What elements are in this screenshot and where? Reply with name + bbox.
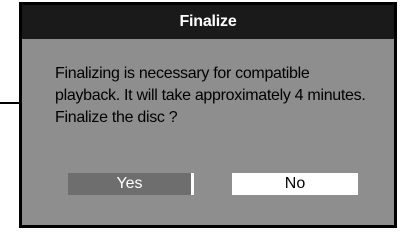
message-line: Finalize the disc ?: [55, 109, 178, 126]
no-button[interactable]: No: [232, 173, 358, 195]
yes-button[interactable]: Yes: [68, 173, 194, 195]
message-line: Finalizing is necessary for compatible: [55, 65, 310, 82]
dialog-message: Finalizing is necessary for compatible p…: [55, 63, 390, 129]
screen: Finalize Finalizing is necessary for com…: [0, 0, 406, 244]
leader-line: [0, 102, 20, 104]
dialog-title: Finalize: [22, 5, 394, 39]
finalize-dialog: Finalize Finalizing is necessary for com…: [19, 2, 397, 228]
message-line: playback. It will take approximately 4 m…: [55, 87, 366, 104]
